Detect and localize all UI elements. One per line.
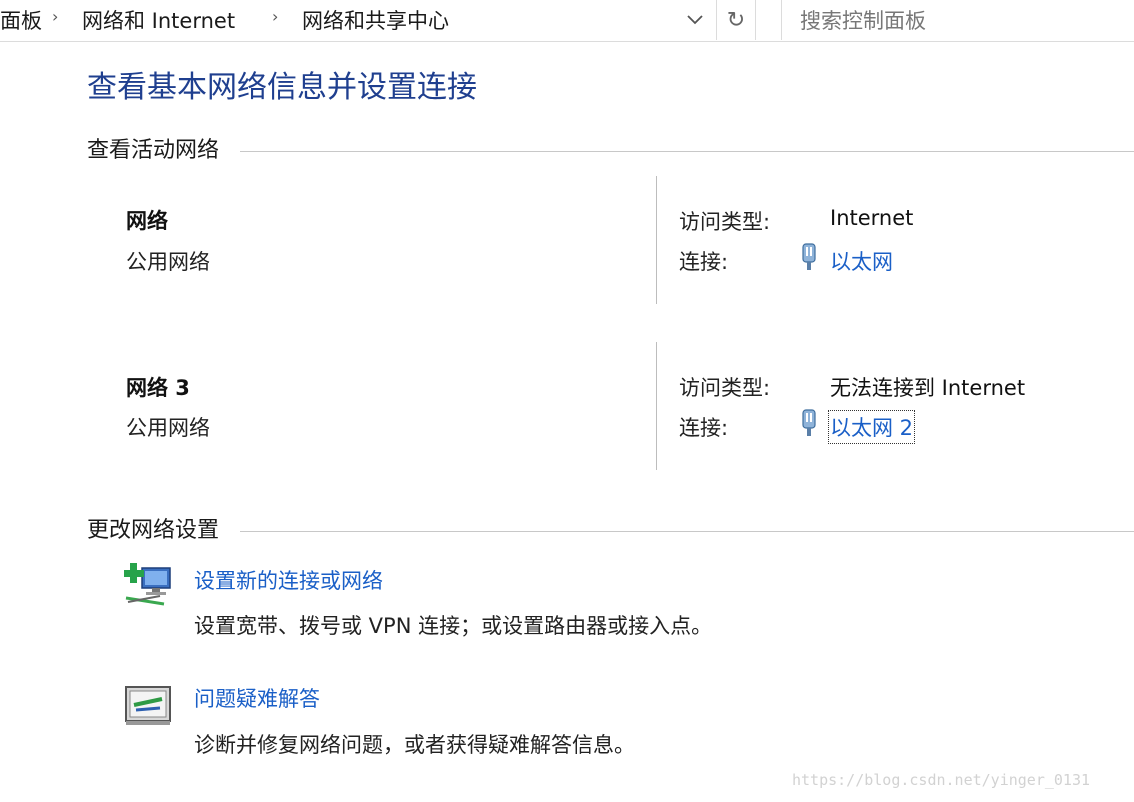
watermark: https://blog.csdn.net/yinger_0131 [792, 771, 1091, 789]
connection-link-ethernet-2[interactable]: 以太网 2 [827, 410, 916, 444]
section-heading-active-networks: 查看活动网络 [87, 138, 220, 163]
section-divider [240, 151, 1134, 152]
access-type-label: 访问类型: [679, 376, 771, 400]
page-title: 查看基本网络信息并设置连接 [87, 70, 477, 105]
troubleshoot-description: 诊断并修复网络问题，或者获得疑难解答信息。 [194, 733, 635, 757]
network-name: 网络 3 [126, 376, 190, 400]
setup-connection-link[interactable]: 设置新的连接或网络 [194, 565, 383, 595]
breadcrumb-separator-icon[interactable]: › [272, 7, 278, 26]
refresh-icon: ↻ [726, 7, 746, 33]
connection-label: 连接: [679, 250, 729, 274]
section-heading-change-settings: 更改网络设置 [87, 518, 220, 543]
setup-connection-description: 设置宽带、拨号或 VPN 连接；或设置路由器或接入点。 [194, 614, 713, 638]
search-input[interactable]: 搜索控制面板 [781, 0, 1134, 40]
breadcrumb-sharing-center[interactable]: 网络和共享中心 [302, 5, 449, 35]
ethernet-icon [802, 243, 816, 270]
access-type-value: Internet [830, 206, 914, 230]
ethernet-icon [802, 409, 816, 436]
breadcrumb-separator-icon[interactable]: › [52, 7, 58, 26]
address-bar: 面板 › 网络和 Internet › 网络和共享中心 ↻ 搜索控制面板 [0, 0, 1134, 42]
breadcrumb-control-panel[interactable]: 面板 [0, 5, 42, 35]
network-name: 网络 [126, 209, 168, 233]
connection-label: 连接: [679, 416, 729, 440]
network-type: 公用网络 [126, 250, 210, 274]
search-placeholder: 搜索控制面板 [800, 9, 926, 33]
access-type-label: 访问类型: [679, 210, 771, 234]
refresh-button[interactable]: ↻ [716, 0, 756, 40]
chevron-down-icon [687, 15, 703, 25]
section-divider [240, 531, 1134, 532]
network-type: 公用网络 [126, 416, 210, 440]
connection-link-ethernet[interactable]: 以太网 [830, 246, 893, 276]
troubleshoot-icon [125, 686, 171, 725]
address-dropdown-button[interactable] [676, 0, 714, 40]
network-divider [656, 176, 657, 304]
troubleshoot-link[interactable]: 问题疑难解答 [194, 683, 320, 713]
breadcrumb-network-internet[interactable]: 网络和 Internet [82, 5, 235, 35]
access-type-value: 无法连接到 Internet [830, 376, 1026, 400]
network-divider [656, 342, 657, 470]
new-connection-icon [124, 563, 171, 606]
